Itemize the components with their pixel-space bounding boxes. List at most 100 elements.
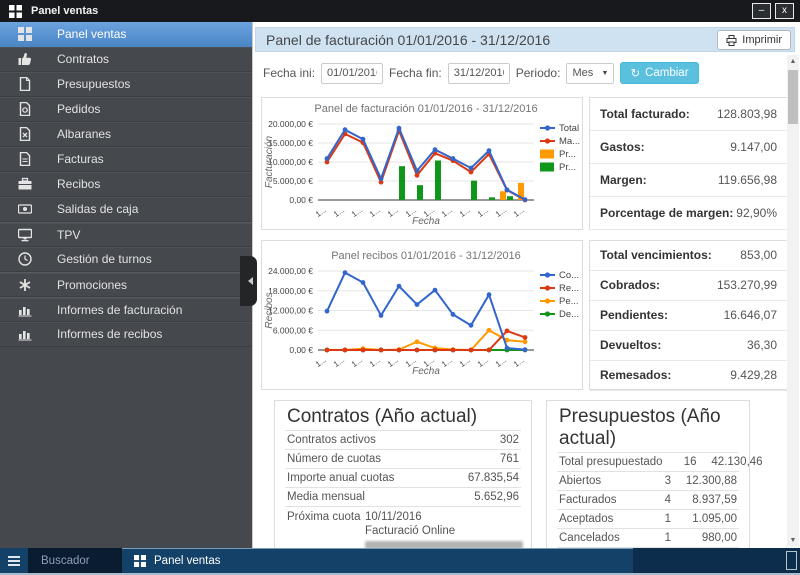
table-row: Número de cuotas 761 xyxy=(285,449,521,468)
x-tick-label: 1... xyxy=(368,205,382,219)
chart-canvas: Panel recibos 01/01/2016 - 31/12/2016 0,0… xyxy=(262,241,582,389)
close-button[interactable]: x xyxy=(775,3,794,19)
x-tick-label: 1... xyxy=(512,355,526,369)
row-label: Importe anual cuotas xyxy=(287,472,394,485)
legend-label: Re... xyxy=(559,283,579,294)
contratos-panel: Contratos (Año actual) Contratos activos… xyxy=(274,400,532,548)
legend-marker xyxy=(545,138,550,143)
window-titlebar: Panel ventas – x xyxy=(0,0,800,22)
data-point xyxy=(469,348,474,353)
facturacion-stats-panel: Total facturado: 128.803,98Gastos: 9.147… xyxy=(589,97,788,230)
sidebar-item-label: Salidas de caja xyxy=(57,202,138,216)
scroll-down-arrow-icon[interactable]: ▼ xyxy=(787,534,799,547)
row-label: Total presupuestado xyxy=(559,456,663,469)
x-tick-label: 1... xyxy=(458,355,472,369)
sidebar-item-pedidos[interactable]: Pedidos xyxy=(0,97,252,122)
chevron-left-icon xyxy=(248,277,253,285)
data-point xyxy=(487,348,492,353)
stat-label: Margen: xyxy=(600,173,647,187)
sidebar-item-gesti-n-de-turnos[interactable]: Gestión de turnos xyxy=(0,247,252,272)
filter-bar: Fecha ini: Fecha fin: Periodo: Mes ▼ ↻ C… xyxy=(263,62,699,84)
sidebar-item-informes-de-facturaci-n[interactable]: Informes de facturación xyxy=(0,297,252,322)
legend-label: Co... xyxy=(559,270,579,281)
fecha-ini-input[interactable] xyxy=(321,63,383,84)
app-window: Panel ventas – x Panel ventasContratosPr… xyxy=(0,0,800,575)
stat-row: Total facturado: 128.803,98 xyxy=(590,98,787,131)
row-label: Media mensual xyxy=(287,491,365,504)
stat-row: Porcentage de margen: 92,90% xyxy=(590,197,787,230)
chart-title: Panel recibos 01/01/2016 - 31/12/2016 xyxy=(331,250,521,262)
chevron-down-icon: ▼ xyxy=(602,70,609,77)
sidebar-collapse-handle[interactable] xyxy=(240,256,257,306)
scrollbar-thumb[interactable] xyxy=(788,70,798,124)
data-point xyxy=(523,197,528,202)
periodo-select[interactable]: Mes ▼ xyxy=(566,63,614,84)
row-count: 1 xyxy=(637,513,671,526)
sidebar-item-promociones[interactable]: Promociones xyxy=(0,272,252,297)
x-tick-label: 1... xyxy=(440,205,454,219)
briefcase-icon xyxy=(18,177,32,191)
row-amount: 8.937,59 xyxy=(671,494,737,507)
bar xyxy=(489,197,495,200)
contratos-title: Contratos (Año actual) xyxy=(275,401,531,430)
sidebar-item-informes-de-recibos[interactable]: Informes de recibos xyxy=(0,322,252,347)
thumbs-up-icon xyxy=(18,52,32,66)
stat-row: Cobrados: 153.270,99 xyxy=(590,271,787,301)
data-point xyxy=(325,348,330,353)
data-point xyxy=(379,313,384,318)
taskbar-tab-buscador[interactable]: Buscador xyxy=(28,548,122,573)
document-at-icon xyxy=(18,102,32,116)
data-point xyxy=(505,329,510,334)
stat-label: Remesados: xyxy=(600,368,671,382)
sidebar-item-recibos[interactable]: Recibos xyxy=(0,172,252,197)
y-axis-title: Facturación xyxy=(264,135,275,188)
data-point xyxy=(397,126,402,131)
stat-row: Total vencimientos: 853,00 xyxy=(590,241,787,271)
data-point xyxy=(343,270,348,275)
monitor-icon xyxy=(18,228,32,242)
recibos-stats-panel: Total vencimientos: 853,00Cobrados: 153.… xyxy=(589,240,788,390)
data-point xyxy=(415,348,420,353)
x-tick-label: 1... xyxy=(494,355,508,369)
minimize-button[interactable]: – xyxy=(752,3,771,19)
sidebar-item-label: Recibos xyxy=(57,177,100,191)
legend-marker xyxy=(545,285,550,290)
taskbar-tab-panel-ventas[interactable]: Panel ventas xyxy=(122,548,633,573)
tab-label: Panel ventas xyxy=(154,555,221,567)
x-tick-label: 1... xyxy=(386,355,400,369)
data-point xyxy=(523,339,528,344)
y-tick-label: 0,00 € xyxy=(289,345,313,355)
print-button[interactable]: Imprimir xyxy=(717,30,791,50)
row-label: Contratos activos xyxy=(287,434,376,447)
vertical-scrollbar[interactable]: ▲ ▼ xyxy=(787,55,799,547)
cambiar-button[interactable]: ↻ Cambiar xyxy=(620,62,698,84)
sidebar-item-presupuestos[interactable]: Presupuestos xyxy=(0,72,252,97)
sidebar-item-label: Informes de recibos xyxy=(57,327,162,341)
stat-value: 853,00 xyxy=(740,248,777,262)
table-row: Cancelados 1 980,00 xyxy=(557,528,739,547)
x-tick-label: 1... xyxy=(386,205,400,219)
sidebar-item-salidas-de-caja[interactable]: Salidas de caja xyxy=(0,197,252,222)
scroll-up-arrow-icon[interactable]: ▲ xyxy=(787,55,799,68)
sidebar-item-panel-ventas[interactable]: Panel ventas xyxy=(0,22,252,47)
y-tick-label: 0,00 € xyxy=(289,195,313,205)
stat-row: Devueltos: 36,30 xyxy=(590,331,787,361)
sidebar-item-albaranes[interactable]: Albaranes xyxy=(0,122,252,147)
data-point xyxy=(415,339,420,344)
data-point xyxy=(451,348,456,353)
refresh-icon: ↻ xyxy=(630,66,640,80)
taskbar-menu-button[interactable] xyxy=(0,548,28,573)
data-point xyxy=(397,348,402,353)
data-point xyxy=(451,312,456,317)
taskbar-corner-button[interactable] xyxy=(786,551,797,570)
row-label: Cancelados xyxy=(559,532,637,545)
y-axis-title: Recibos xyxy=(264,292,275,328)
sidebar-item-label: Informes de facturación xyxy=(57,303,182,317)
proxima-date: 10/11/2016 xyxy=(365,510,523,524)
page-title: Panel de facturación 01/01/2016 - 31/12/… xyxy=(266,32,550,48)
fecha-fin-input[interactable] xyxy=(448,63,510,84)
sidebar-item-tpv[interactable]: TPV xyxy=(0,222,252,247)
facturacion-chart-panel: Panel de facturación 01/01/2016 - 31/12/… xyxy=(261,97,583,230)
sidebar-item-contratos[interactable]: Contratos xyxy=(0,47,252,72)
sidebar-item-facturas[interactable]: Facturas xyxy=(0,147,252,172)
